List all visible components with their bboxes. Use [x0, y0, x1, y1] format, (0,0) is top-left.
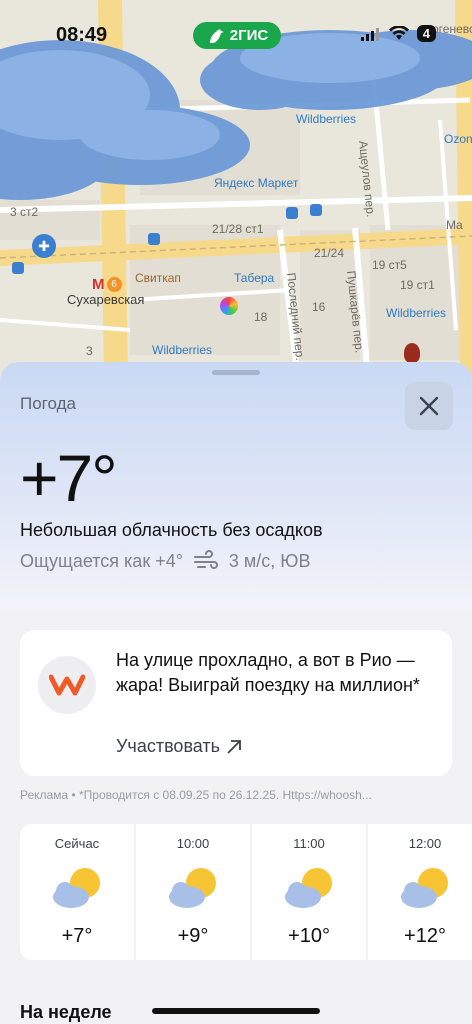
ad-disclaimer: Реклама • *Проводится с 08.09.25 по 26.1… — [20, 788, 372, 802]
hour-label: 10:00 — [176, 836, 210, 851]
map-label-wildberries[interactable]: Wildberries — [296, 112, 356, 126]
hour-temperature: +10° — [288, 925, 330, 947]
map-house-number: 21/24 — [314, 246, 345, 260]
hourly-forecast[interactable]: Сейчас +7° 10:00 +9° 11:00 +10° 12:00 +1… — [20, 824, 472, 960]
signal-icon — [360, 27, 379, 41]
map-label-ozon[interactable]: Ozon — [444, 132, 472, 146]
dentist-icon[interactable]: ✚ — [32, 234, 56, 258]
map-label-partial: Ma — [446, 218, 463, 232]
wifi-icon — [388, 26, 409, 40]
map-label-svitkap[interactable]: Свиткап — [135, 271, 181, 285]
hourly-card[interactable]: 10:00 +9° — [136, 824, 250, 960]
map-label-yandex-market[interactable]: Яндекс Маркет — [214, 176, 298, 190]
goose-logo-icon — [209, 29, 224, 43]
feels-like-text: Ощущается как +4° — [20, 550, 183, 571]
bus-stop-icon — [12, 262, 24, 274]
metro-icon[interactable]: M 6 — [92, 276, 122, 293]
hourly-card[interactable]: 11:00 +10° — [252, 824, 366, 960]
close-icon — [419, 396, 439, 416]
feels-like-row: Ощущается как +4° 3 м/с, ЮВ — [20, 550, 311, 572]
whoosh-logo-icon — [38, 656, 96, 714]
bus-stop-icon — [148, 233, 160, 245]
hour-temperature: +9° — [177, 925, 209, 947]
hour-label: Сейчас — [54, 836, 100, 851]
hour-label: 12:00 — [408, 836, 442, 851]
landmark-icon[interactable] — [404, 343, 420, 363]
bus-stop-icon — [286, 207, 298, 219]
map-house-number: 21/28 ст1 — [212, 222, 264, 236]
home-indicator[interactable] — [152, 1008, 320, 1014]
hour-temperature: +12° — [404, 925, 446, 947]
battery-icon: 4 — [416, 25, 436, 42]
flower-poi-icon[interactable] — [220, 297, 238, 315]
partly-cloudy-icon — [53, 868, 100, 908]
map-label-sukharevskaya[interactable]: Сухаревская — [67, 292, 144, 307]
partly-cloudy-icon — [401, 868, 448, 908]
map-house-number: 3 ст2 — [10, 205, 39, 219]
ad-card[interactable]: На улице прохладно, а вот в Рио — жара! … — [20, 630, 452, 776]
app-badge-label: 2ГИС — [229, 27, 269, 44]
hour-temperature: +7° — [61, 925, 93, 947]
map-house-number: 16 — [312, 300, 326, 314]
weather-sheet: Погода +7° Небольшая облачность без осад… — [0, 362, 472, 1024]
weather-header: Погода +7° Небольшая облачность без осад… — [0, 362, 472, 610]
hourly-card[interactable]: 12:00 +12° — [368, 824, 472, 960]
weather-condition: Небольшая облачность без осадков — [20, 520, 323, 540]
sheet-grabber[interactable] — [212, 370, 260, 375]
wind-icon — [193, 550, 218, 569]
status-bar: 08:49 2ГИС 4 — [0, 0, 472, 70]
map-house-number: 19 ст5 — [372, 258, 407, 272]
close-button[interactable] — [405, 382, 453, 430]
wind-text: 3 м/с, ЮВ — [228, 550, 311, 571]
partly-cloudy-icon — [285, 868, 332, 908]
arrow-up-right-icon — [227, 739, 241, 754]
ad-text: На улице прохладно, а вот в Рио — жара! … — [116, 650, 420, 695]
participate-link[interactable]: Участвовать — [116, 736, 242, 757]
hour-label: 11:00 — [293, 836, 325, 851]
hourly-card[interactable]: Сейчас +7° — [20, 824, 134, 960]
clock: 08:49 — [56, 24, 108, 46]
participate-label: Участвовать — [116, 736, 221, 756]
app-badge[interactable]: 2ГИС — [193, 22, 281, 49]
map-label-tabera[interactable]: Табера — [234, 271, 274, 285]
current-temperature: +7° — [20, 441, 118, 515]
partly-cloudy-icon — [169, 868, 216, 908]
map-label-wildberries[interactable]: Wildberries — [386, 306, 446, 320]
map-house-number: 3 — [86, 344, 93, 358]
bus-stop-icon — [310, 204, 322, 216]
map-house-number: 19 ст1 — [400, 278, 435, 292]
system-icons: 4 — [360, 25, 436, 42]
week-section-title[interactable]: На неделе — [20, 1002, 112, 1023]
map-house-number: 18 — [254, 310, 268, 324]
map-label-wildberries[interactable]: Wildberries — [152, 343, 212, 357]
sheet-title: Погода — [20, 394, 76, 413]
